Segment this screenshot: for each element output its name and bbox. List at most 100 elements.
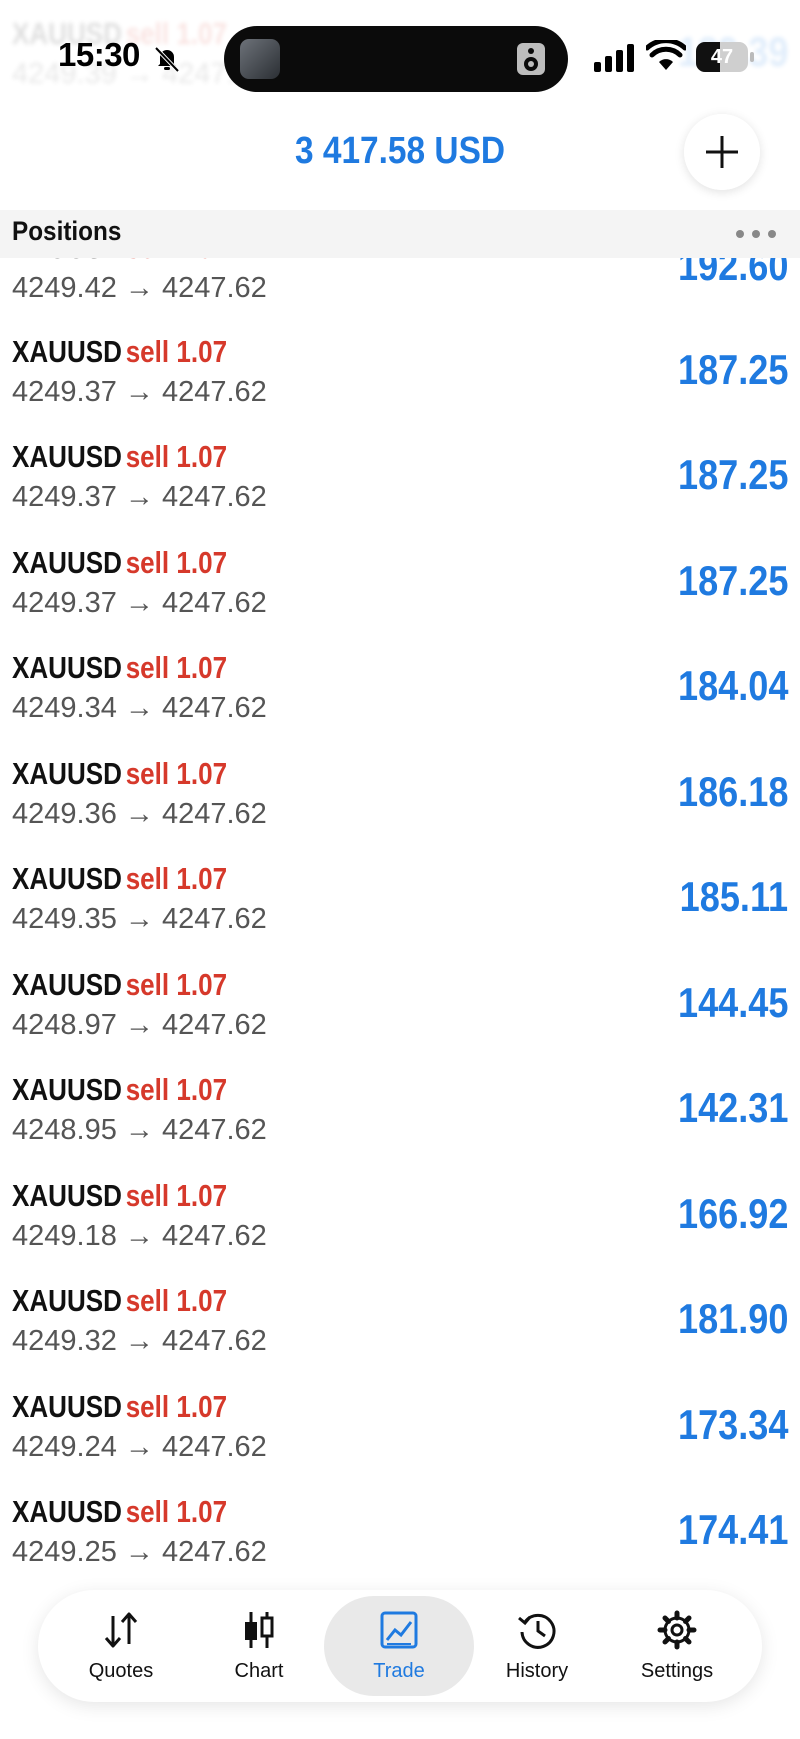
- position-side: sell: [125, 1494, 170, 1529]
- current-price: 4247.62: [161, 376, 267, 408]
- arrow-right-icon: →: [116, 1536, 162, 1568]
- current-price: 4247.62: [161, 903, 267, 935]
- position-title: XAUUSD sell 1.07: [12, 332, 227, 372]
- arrow-right-icon: →: [116, 376, 162, 408]
- position-title: XAUUSD sell 1.07: [12, 1176, 227, 1216]
- position-profit: 187.25: [677, 557, 788, 604]
- arrow-right-icon: →: [116, 798, 162, 830]
- position-side: sell: [125, 650, 170, 685]
- tab-bar: Quotes Chart Trade History Settings: [38, 1590, 762, 1702]
- position-prices: 4249.36 → 4247.62: [12, 798, 267, 831]
- position-row[interactable]: XAUUSD sell 1.07 4248.95 → 4247.62 142.31: [0, 1070, 800, 1175]
- position-profit: 187.25: [677, 451, 788, 498]
- status-time: 15:30: [58, 36, 140, 73]
- wifi-icon: [646, 40, 686, 70]
- current-price: 4247.62: [161, 1009, 267, 1041]
- current-price: 4247.62: [161, 798, 267, 830]
- plus-icon: [706, 136, 738, 168]
- position-side: sell: [125, 1389, 170, 1424]
- position-volume: 1.07: [176, 756, 228, 791]
- current-price: 4247.62: [161, 272, 267, 304]
- position-row[interactable]: XAUUSD sell 1.07 4249.37 → 4247.62 187.25: [0, 437, 800, 542]
- open-price: 4249.37: [12, 587, 117, 619]
- arrow-right-icon: →: [116, 587, 162, 619]
- position-row[interactable]: XAUUSD sell 1.07 4249.37 → 4247.62 187.25: [0, 543, 800, 648]
- position-symbol: XAUUSD: [12, 861, 122, 896]
- current-price: 4247.62: [161, 481, 267, 513]
- tab-label: Settings: [640, 1660, 714, 1682]
- position-volume: 1.07: [176, 1494, 228, 1529]
- app-thumbnail-icon: [240, 39, 280, 79]
- position-volume: 1.07: [176, 334, 228, 369]
- position-row[interactable]: XAUUSD sell 1.07 4249.34 → 4247.62 184.04: [0, 648, 800, 753]
- position-prices: 4249.42 → 4247.62: [12, 272, 267, 305]
- tab-quotes[interactable]: Quotes: [46, 1596, 196, 1696]
- tab-history[interactable]: History: [462, 1596, 612, 1696]
- open-price: 4249.42: [12, 272, 117, 304]
- position-row[interactable]: XAUUSD sell 1.07 4249.18 → 4247.62 166.92: [0, 1176, 800, 1281]
- position-volume: 1.07: [176, 650, 228, 685]
- position-title: XAUUSD sell 1.07: [12, 1281, 227, 1321]
- new-order-button[interactable]: [684, 114, 760, 190]
- position-symbol: XAUUSD: [12, 439, 122, 474]
- position-side: sell: [125, 861, 170, 896]
- arrow-right-icon: →: [116, 481, 162, 513]
- position-symbol: XAUUSD: [12, 1072, 122, 1107]
- tab-chart[interactable]: Chart: [184, 1596, 334, 1696]
- arrow-right-icon: →: [116, 692, 162, 724]
- position-row[interactable]: XAUUSD sell 1.07 4249.37 → 4247.62 187.25: [0, 332, 800, 437]
- speaker-icon: [517, 43, 545, 75]
- position-symbol: XAUUSD: [12, 1494, 122, 1529]
- position-prices: 4249.37 → 4247.62: [12, 376, 267, 409]
- arrow-right-icon: →: [116, 1431, 162, 1463]
- tab-settings[interactable]: Settings: [602, 1596, 752, 1696]
- position-profit: 173.34: [677, 1401, 788, 1448]
- current-price: 4247.62: [161, 1536, 267, 1568]
- tab-trade[interactable]: Trade: [324, 1596, 474, 1696]
- more-options-icon[interactable]: [732, 224, 780, 244]
- position-symbol: XAUUSD: [12, 334, 122, 369]
- position-volume: 1.07: [176, 1178, 228, 1213]
- tab-label: Chart: [234, 1660, 284, 1682]
- position-symbol: XAUUSD: [12, 756, 122, 791]
- position-title: XAUUSD sell 1.07: [12, 1070, 227, 1110]
- position-side: sell: [125, 1283, 170, 1318]
- tab-label: Quotes: [88, 1660, 154, 1682]
- position-row[interactable]: XAUUSD sell 1.07 4249.35 → 4247.62 185.11: [0, 859, 800, 964]
- battery-indicator: 47: [696, 42, 754, 72]
- position-title: XAUUSD sell 1.07: [12, 754, 227, 794]
- position-side: sell: [125, 545, 170, 580]
- position-prices: 4249.35 → 4247.62: [12, 903, 267, 936]
- position-symbol: XAUUSD: [12, 545, 122, 580]
- open-price: 4249.35: [12, 903, 117, 935]
- current-price: 4247.62: [161, 1220, 267, 1252]
- position-prices: 4249.34 → 4247.62: [12, 692, 267, 725]
- position-profit: 185.11: [679, 873, 788, 920]
- position-title: XAUUSD sell 1.07: [12, 543, 227, 583]
- position-row[interactable]: XAUUSD sell 1.07 4249.36 → 4247.62 186.18: [0, 754, 800, 859]
- position-prices: 4248.95 → 4247.62: [12, 1114, 267, 1147]
- position-row[interactable]: XAUUSD sell 1.07 4248.97 → 4247.62 144.45: [0, 965, 800, 1070]
- cellular-signal-icon: [594, 44, 634, 72]
- open-price: 4249.36: [12, 798, 117, 830]
- position-volume: 1.07: [176, 545, 228, 580]
- position-title: XAUUSD sell 1.07: [12, 1492, 227, 1532]
- position-symbol: XAUUSD: [12, 1389, 122, 1424]
- position-volume: 1.07: [176, 1389, 228, 1424]
- positions-section-header: Positions: [0, 210, 800, 258]
- position-prices: 4249.37 → 4247.62: [12, 587, 267, 620]
- position-prices: 4248.97 → 4247.62: [12, 1009, 267, 1042]
- arrow-right-icon: →: [116, 1009, 162, 1041]
- current-price: 4247.62: [161, 1431, 267, 1463]
- position-row[interactable]: XAUUSD sell 1.07 4249.32 → 4247.62 181.90: [0, 1281, 800, 1386]
- position-side: sell: [125, 967, 170, 1002]
- open-price: 4248.97: [12, 1009, 117, 1041]
- open-price: 4249.24: [12, 1431, 117, 1463]
- position-row[interactable]: XAUUSD sell 1.07 4249.24 → 4247.62 173.34: [0, 1387, 800, 1492]
- dynamic-island: [224, 26, 568, 92]
- position-side: sell: [125, 756, 170, 791]
- position-symbol: XAUUSD: [12, 967, 122, 1002]
- arrow-right-icon: →: [116, 1325, 162, 1357]
- position-title: XAUUSD sell 1.07: [12, 1387, 227, 1427]
- account-balance: 3 417.58 USD: [294, 130, 506, 172]
